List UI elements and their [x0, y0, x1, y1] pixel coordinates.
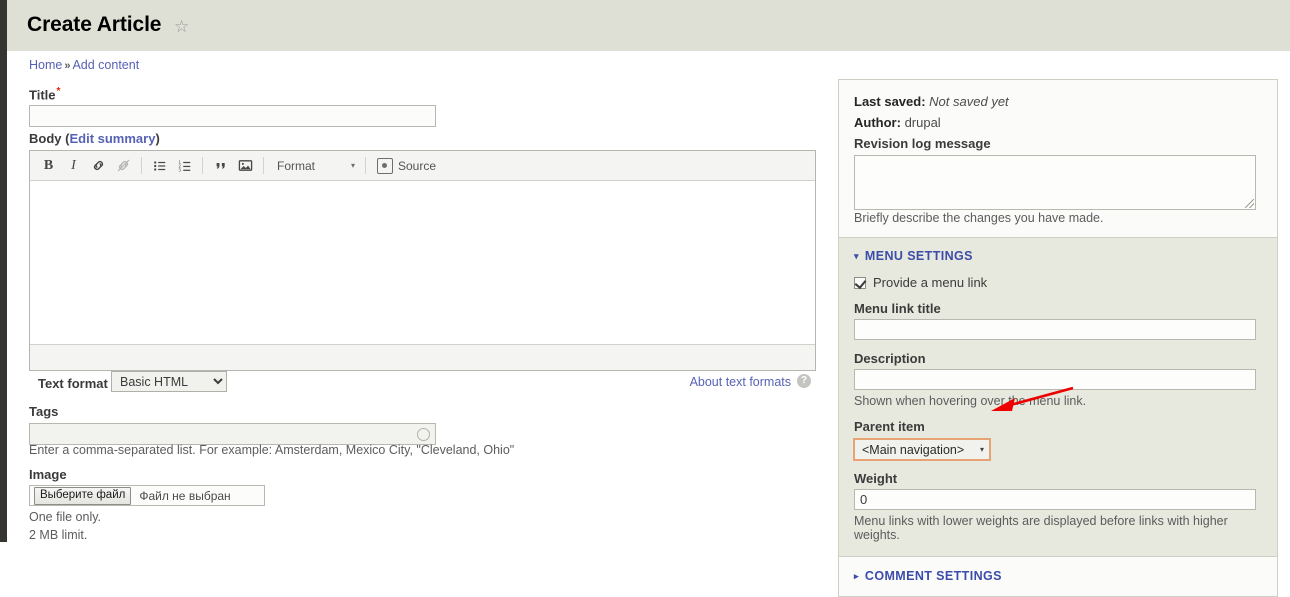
- editor-toolbar: B I 1 2 3 Format ▾ Source: [30, 151, 815, 181]
- comment-settings-summary[interactable]: ▸ COMMENT SETTINGS: [854, 569, 1262, 583]
- unlink-icon: [112, 155, 135, 177]
- menu-settings-section: ▾ MENU SETTINGS Provide a menu link Menu…: [839, 237, 1277, 556]
- help-icon[interactable]: ?: [797, 374, 811, 388]
- parent-item-select[interactable]: <Main navigation> ▾: [853, 438, 991, 461]
- menu-link-title-input[interactable]: [854, 319, 1256, 340]
- file-selection-status: Файл не выбран: [139, 488, 231, 503]
- tags-input-wrapper: [29, 423, 436, 445]
- menu-description-label: Description: [854, 351, 926, 366]
- about-text-formats-link[interactable]: About text formats: [690, 375, 791, 389]
- image-field-label: Image: [29, 467, 67, 482]
- toolbar-separator: [263, 157, 264, 174]
- format-dropdown[interactable]: Format ▾: [269, 155, 360, 177]
- author-row: Author: drupal: [854, 115, 1262, 130]
- image-description-one-file: One file only.: [29, 510, 102, 524]
- last-saved-row: Last saved: Not saved yet: [854, 94, 1262, 109]
- tags-input[interactable]: [29, 423, 436, 445]
- link-icon[interactable]: [87, 155, 110, 177]
- autocomplete-throbber-icon: [417, 428, 430, 441]
- toolbar-separator: [365, 157, 366, 174]
- blockquote-icon[interactable]: [209, 155, 232, 177]
- admin-toolbar-edge: [0, 0, 7, 542]
- triangle-down-icon: ▾: [854, 250, 859, 261]
- menu-link-title-label: Menu link title: [854, 301, 941, 316]
- required-marker: *: [56, 86, 61, 97]
- image-icon[interactable]: [234, 155, 257, 177]
- node-meta-block: Last saved: Not saved yet Author: drupal…: [839, 80, 1277, 237]
- italic-icon[interactable]: I: [62, 155, 85, 177]
- image-description-size-limit: 2 MB limit.: [29, 528, 88, 542]
- body-rich-text-editor: B I 1 2 3 Format ▾ Source: [29, 150, 816, 371]
- source-icon: [377, 157, 393, 174]
- body-editable-area[interactable]: [30, 181, 815, 344]
- menu-description-help: Shown when hovering over the menu link.: [854, 394, 1087, 408]
- svg-text:3: 3: [178, 167, 181, 172]
- breadcrumb-separator: »: [64, 60, 71, 72]
- toolbar-separator: [202, 157, 203, 174]
- revision-log-label: Revision log message: [854, 136, 991, 151]
- resize-grip-icon[interactable]: [1245, 199, 1254, 208]
- body-field-label: Body (Edit summary): [29, 131, 160, 146]
- menu-settings-summary[interactable]: ▾ MENU SETTINGS: [854, 249, 1262, 263]
- page-header: Create Article ☆: [7, 0, 1290, 51]
- edit-summary-link[interactable]: Edit summary: [69, 131, 155, 146]
- last-saved-value: Not saved yet: [929, 94, 1009, 109]
- comment-settings-section: ▸ COMMENT SETTINGS: [839, 556, 1277, 596]
- title-field-label: Title*: [29, 86, 60, 102]
- menu-settings-title: MENU SETTINGS: [864, 249, 973, 263]
- provide-menu-link-row[interactable]: Provide a menu link: [854, 275, 1262, 290]
- text-format-row: Text format Basic HTML About text format…: [29, 371, 816, 399]
- toolbar-separator: [141, 157, 142, 174]
- bold-icon[interactable]: B: [37, 155, 60, 177]
- provide-menu-link-checkbox[interactable]: [854, 276, 866, 289]
- format-dropdown-label: Format: [277, 158, 316, 173]
- node-meta-sidebar: Last saved: Not saved yet Author: drupal…: [838, 79, 1278, 597]
- provide-menu-link-label: Provide a menu link: [873, 275, 988, 290]
- weight-help: Menu links with lower weights are displa…: [854, 514, 1228, 542]
- weight-label: Weight: [854, 471, 898, 486]
- revision-log-description: Briefly describe the changes you have ma…: [854, 211, 1104, 225]
- text-format-select[interactable]: Basic HTML: [111, 371, 227, 392]
- parent-item-label: Parent item: [854, 419, 925, 434]
- editor-status-bar: [30, 344, 815, 370]
- paren-close: ): [155, 131, 160, 146]
- last-saved-label: Last saved:: [854, 94, 926, 109]
- source-button-label: Source: [398, 158, 437, 173]
- menu-description-input[interactable]: [854, 369, 1256, 390]
- text-format-label: Text format: [38, 376, 108, 391]
- tags-field-label: Tags: [29, 404, 59, 419]
- breadcrumb-link-home[interactable]: Home: [29, 58, 62, 72]
- numbered-list-icon[interactable]: 1 2 3: [173, 155, 196, 177]
- image-file-input[interactable]: Выберите файл Файл не выбран: [29, 485, 265, 506]
- tags-description: Enter a comma-separated list. For exampl…: [29, 443, 515, 457]
- body-label-text: Body: [29, 131, 62, 146]
- title-input[interactable]: [29, 105, 436, 127]
- bulleted-list-icon[interactable]: [148, 155, 171, 177]
- revision-log-textarea[interactable]: [854, 155, 1256, 210]
- triangle-right-icon: ▸: [854, 570, 859, 581]
- weight-input[interactable]: [854, 489, 1256, 510]
- breadcrumb: Home» Add content: [29, 58, 139, 72]
- choose-file-button[interactable]: Выберите файл: [34, 486, 132, 505]
- comment-settings-title: COMMENT SETTINGS: [864, 569, 1002, 583]
- page-title: Create Article: [27, 13, 162, 36]
- author-label: Author:: [854, 115, 901, 130]
- author-value: drupal: [904, 115, 941, 130]
- chevron-down-icon: ▾: [979, 445, 984, 454]
- breadcrumb-link-add-content[interactable]: Add content: [72, 58, 139, 72]
- title-label-text: Title: [29, 87, 56, 103]
- star-outline-icon[interactable]: ☆: [174, 18, 191, 35]
- source-button[interactable]: Source: [371, 155, 442, 177]
- parent-item-selected-value: <Main navigation>: [862, 442, 965, 457]
- chevron-down-icon: ▾: [350, 161, 355, 170]
